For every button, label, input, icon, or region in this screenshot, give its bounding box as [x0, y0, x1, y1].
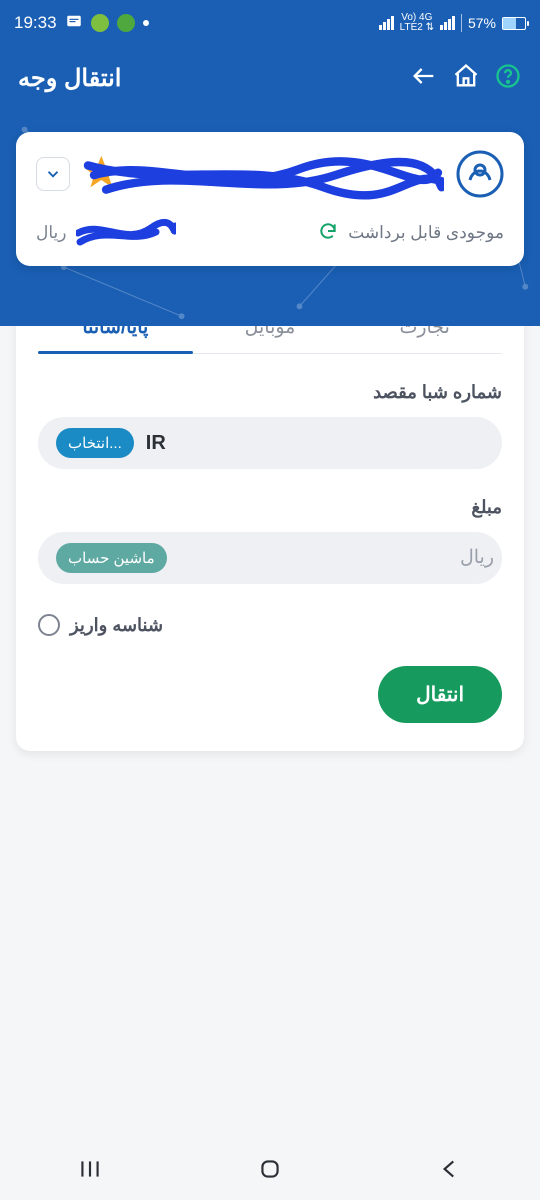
page-title: انتقال وجه: [18, 64, 121, 93]
notification-icon: [65, 12, 83, 35]
balance-amount-redacted: [76, 218, 176, 248]
battery-percent: 57%: [468, 15, 496, 31]
app-header: انتقال وجه: [0, 46, 540, 110]
calculator-button[interactable]: ماشین حساب: [56, 543, 167, 573]
amount-input-field[interactable]: ماشین حساب: [38, 532, 502, 584]
sheba-input-field[interactable]: انتخاب... IR: [38, 417, 502, 469]
android-nav-bar: [0, 1142, 540, 1200]
tab-paya-satna[interactable]: پایا/ساتنا: [38, 308, 193, 353]
account-number-redacted: [82, 151, 444, 197]
sheba-field-label: شماره شبا مقصد: [38, 382, 502, 403]
network-type-label: Vo) 4G LTE2 ⇅: [400, 13, 434, 33]
deposit-id-toggle-row[interactable]: شناسه واریز: [38, 614, 502, 636]
sheba-ir-prefix: IR: [146, 432, 166, 455]
signal-icon-1: [379, 16, 394, 30]
home-icon[interactable]: [452, 62, 480, 95]
transfer-submit-button[interactable]: انتقال: [378, 666, 502, 723]
deposit-id-radio[interactable]: [38, 614, 60, 636]
help-icon[interactable]: [494, 62, 522, 95]
status-clock: 19:33: [14, 13, 57, 33]
battery-icon: [502, 17, 526, 30]
bank-logo-icon: [456, 150, 504, 198]
android-recents-button[interactable]: [77, 1156, 103, 1187]
app-icon-2: [117, 14, 135, 32]
account-card: موجودی قابل برداشت ریال: [16, 132, 524, 266]
back-arrow-icon[interactable]: [410, 62, 438, 95]
withdrawable-balance-label: موجودی قابل برداشت: [348, 223, 504, 243]
sheba-select-button[interactable]: انتخاب...: [56, 428, 134, 458]
refresh-balance-icon[interactable]: [318, 221, 338, 246]
account-selector-dropdown[interactable]: [36, 157, 70, 191]
android-back-button[interactable]: [437, 1156, 463, 1187]
account-summary-zone: موجودی قابل برداشت ریال: [0, 110, 540, 326]
sheba-input[interactable]: [178, 432, 494, 454]
android-home-button[interactable]: [257, 1156, 283, 1187]
amount-input[interactable]: [179, 547, 494, 569]
app-icon-1: [91, 14, 109, 32]
more-notifications-dot: [143, 20, 149, 26]
amount-field-label: مبلغ: [38, 497, 502, 518]
android-status-bar: 19:33 Vo) 4G LTE2 ⇅ 57%: [0, 0, 540, 46]
signal-icon-2: [440, 16, 455, 30]
deposit-id-label: شناسه واریز: [70, 615, 163, 636]
currency-label: ریال: [36, 223, 66, 243]
transfer-form-card: تجارت موبایل پایا/ساتنا شماره شبا مقصد ا…: [16, 286, 524, 751]
